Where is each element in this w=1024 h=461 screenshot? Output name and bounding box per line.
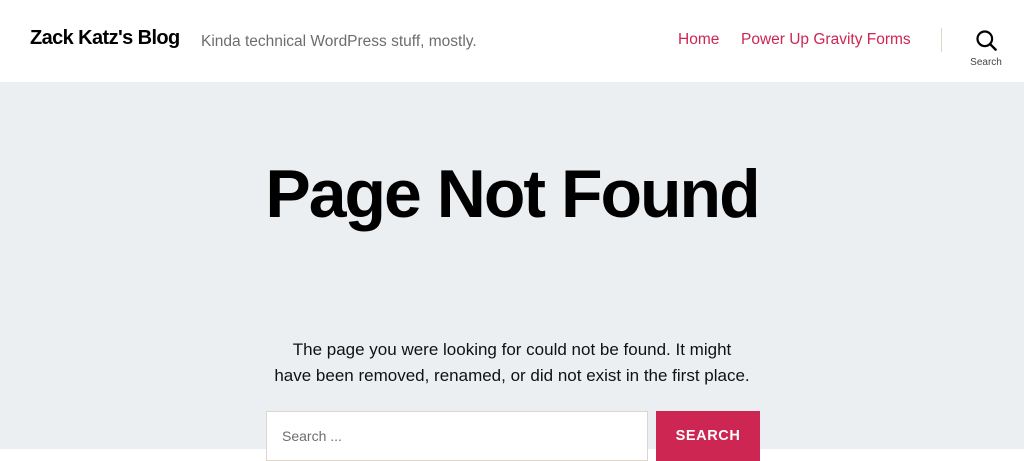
search-form: SEARCH <box>266 411 760 461</box>
search-input[interactable] <box>266 411 648 461</box>
nav-divider <box>941 28 942 52</box>
search-submit-button[interactable]: SEARCH <box>656 411 760 461</box>
message-line: The page you were looking for could not … <box>292 340 732 359</box>
site-title[interactable]: Zack Katz's Blog <box>30 27 180 50</box>
search-toggle-button[interactable]: Search <box>960 28 1012 72</box>
site-tagline: Kinda technical WordPress stuff, mostly. <box>201 33 477 50</box>
search-icon <box>976 30 997 51</box>
message-line: have been removed, renamed, or did not e… <box>274 366 750 385</box>
main-content: Page Not Found The page you were looking… <box>0 82 1024 461</box>
site-header: Zack Katz's Blog Kinda technical WordPre… <box>0 0 1024 82</box>
search-toggle-label: Search <box>970 57 1002 68</box>
nav-item-power-up-gravity-forms[interactable]: Power Up Gravity Forms <box>741 31 911 49</box>
page-title: Page Not Found <box>265 156 760 232</box>
nav-item-home[interactable]: Home <box>678 31 719 49</box>
not-found-message: The page you were looking for could not … <box>212 337 812 389</box>
